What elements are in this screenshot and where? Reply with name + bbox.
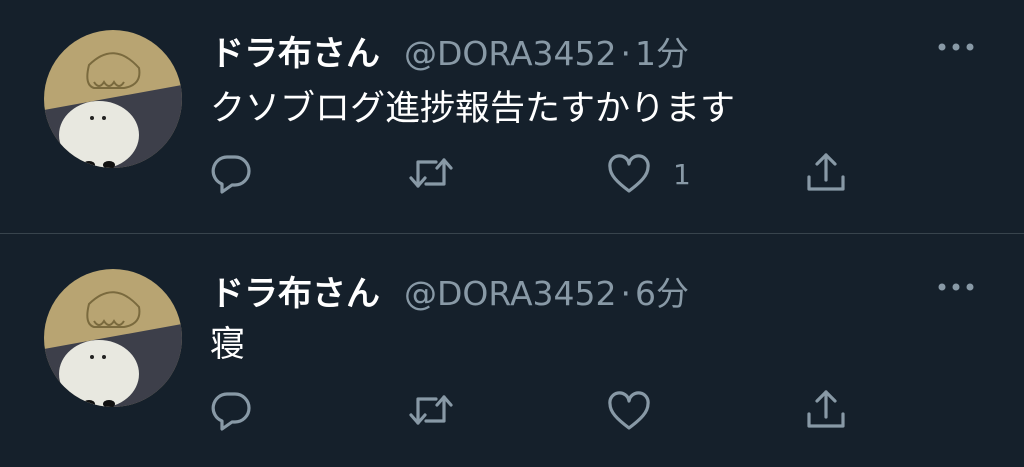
share-icon bbox=[804, 150, 848, 194]
like-icon bbox=[607, 154, 651, 194]
display-name[interactable]: ドラ布さん bbox=[210, 266, 380, 315]
reply-icon bbox=[210, 152, 252, 194]
reply-button[interactable] bbox=[210, 152, 252, 194]
tweet[interactable]: ドラ布さん @DORA3452 · 6分 寝 bbox=[0, 234, 1024, 467]
handle[interactable]: @DORA3452 bbox=[404, 34, 617, 73]
separator: · bbox=[620, 34, 632, 73]
display-name[interactable]: ドラ布さん bbox=[210, 26, 380, 75]
retweet-icon bbox=[408, 152, 454, 194]
more-icon[interactable] bbox=[934, 36, 978, 58]
separator: · bbox=[620, 274, 632, 313]
retweet-button[interactable] bbox=[408, 389, 454, 431]
like-count: 1 bbox=[673, 157, 691, 191]
more-icon[interactable] bbox=[934, 276, 978, 298]
like-button[interactable] bbox=[607, 391, 673, 431]
reply-button[interactable] bbox=[210, 389, 252, 431]
share-button[interactable] bbox=[804, 150, 848, 194]
tweet-text: クソブログ進捗報告たすかります bbox=[210, 89, 736, 129]
avatar[interactable] bbox=[44, 269, 182, 407]
share-icon bbox=[804, 387, 848, 431]
avatar[interactable] bbox=[44, 30, 182, 168]
retweet-button[interactable] bbox=[408, 152, 454, 194]
tweet-text: 寝 bbox=[210, 325, 246, 365]
like-button[interactable]: 1 bbox=[607, 154, 691, 194]
like-icon bbox=[607, 391, 651, 431]
handle[interactable]: @DORA3452 bbox=[404, 274, 617, 313]
timestamp[interactable]: 1分 bbox=[635, 27, 689, 75]
reply-icon bbox=[210, 389, 252, 431]
timestamp[interactable]: 6分 bbox=[635, 267, 689, 315]
share-button[interactable] bbox=[804, 387, 848, 431]
retweet-icon bbox=[408, 389, 454, 431]
tweet-header: ドラ布さん @DORA3452 · 1分 bbox=[210, 26, 689, 75]
tweet[interactable]: ドラ布さん @DORA3452 · 1分 クソブログ進捗報告たすかります 1 bbox=[0, 0, 1024, 233]
tweet-header: ドラ布さん @DORA3452 · 6分 bbox=[210, 266, 689, 315]
